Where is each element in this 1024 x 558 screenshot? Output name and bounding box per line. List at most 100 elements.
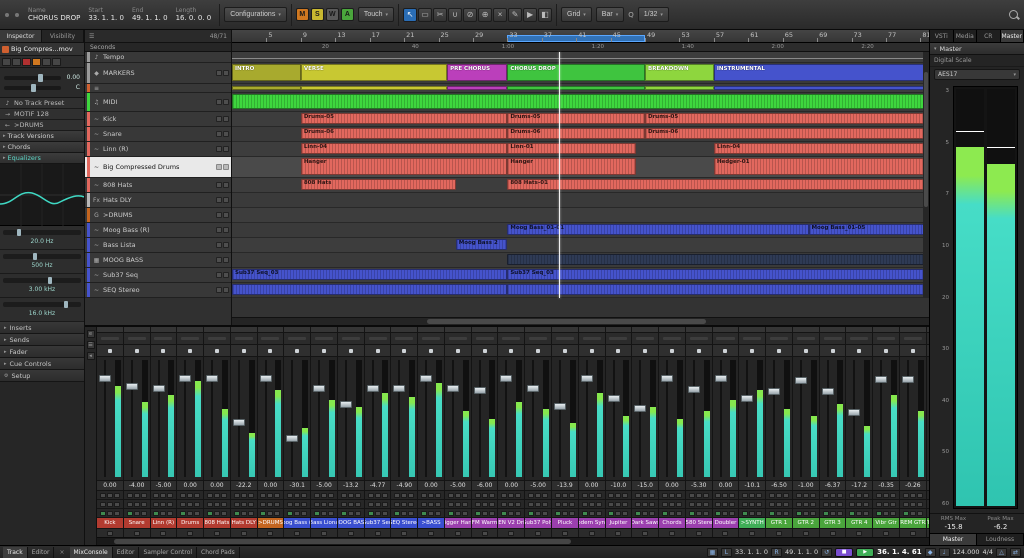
edit-button[interactable] <box>622 492 629 498</box>
track-row-big-compressed-drums[interactable]: ~ Big Compressed Drums <box>85 157 231 178</box>
draw-tool[interactable]: ✎ <box>508 7 523 22</box>
channel-select-row[interactable] <box>739 529 766 537</box>
edit-button[interactable] <box>568 501 575 507</box>
fader-handle[interactable] <box>473 387 486 395</box>
fader-value[interactable]: -10.1 <box>739 481 766 491</box>
edit-button[interactable] <box>140 501 147 507</box>
inspector-section-cue-controls[interactable]: ▸ Cue Controls <box>0 358 84 370</box>
eq-band-slider[interactable] <box>3 253 81 260</box>
channel-select-row[interactable] <box>792 529 819 537</box>
channel-inserts-slot[interactable] <box>284 333 311 345</box>
record-enable-button[interactable] <box>22 57 31 66</box>
solo-button[interactable] <box>294 492 301 498</box>
audio-clip[interactable]: Sub37 Seq_03 <box>232 269 508 280</box>
edit-button[interactable] <box>836 501 843 507</box>
solo-button[interactable] <box>668 492 675 498</box>
inspector-section-setup[interactable]: ⚙ Setup <box>0 370 84 382</box>
fader-value[interactable]: -13.9 <box>552 481 578 491</box>
inspector-tab-visibility[interactable]: Visibility <box>42 30 84 42</box>
edit-button[interactable] <box>113 510 120 516</box>
track-row-snare[interactable]: ~ Snare <box>85 127 231 142</box>
mute-button[interactable] <box>902 510 909 516</box>
zone-tab-editor[interactable]: Editor <box>28 546 55 558</box>
mute-button[interactable] <box>216 99 222 105</box>
solo-button[interactable] <box>749 492 756 498</box>
edit-button[interactable] <box>622 510 629 516</box>
solo-button[interactable] <box>428 492 435 498</box>
channel-name[interactable]: Kick <box>97 518 123 529</box>
fader-value[interactable]: -0.35 <box>873 481 899 491</box>
mute-button[interactable] <box>876 492 883 498</box>
fader-handle[interactable] <box>527 385 540 393</box>
arranger-section[interactable] <box>713 86 929 90</box>
mute-button[interactable] <box>233 492 240 498</box>
edit-button[interactable] <box>408 510 415 516</box>
mute-button[interactable] <box>661 501 668 507</box>
channel-select-row[interactable] <box>311 529 337 537</box>
fader-value[interactable]: -4.00 <box>123 481 150 491</box>
mute-button[interactable] <box>421 492 428 498</box>
mute-button[interactable] <box>528 501 535 507</box>
edit-button[interactable] <box>890 492 897 498</box>
mute-button[interactable] <box>314 510 320 516</box>
channel-routing[interactable] <box>578 345 605 357</box>
edit-button[interactable] <box>354 510 361 516</box>
channel-inserts-slot[interactable] <box>659 333 685 345</box>
marker-section-chorus-drop[interactable]: CHORUS DROP <box>507 64 646 81</box>
audio-clip[interactable]: Hanger <box>300 158 508 175</box>
mixer-horizontal-scrollbar[interactable] <box>97 537 929 545</box>
fader-handle[interactable] <box>580 375 593 383</box>
solo-button[interactable] <box>829 501 836 507</box>
mute-button[interactable] <box>849 510 856 516</box>
fader-value[interactable]: -5.00 <box>525 481 552 491</box>
edit-button[interactable] <box>328 501 334 507</box>
solo-button[interactable] <box>428 501 435 507</box>
mute-button[interactable] <box>216 257 222 263</box>
mute-button[interactable] <box>260 492 267 498</box>
mute-button[interactable] <box>216 70 222 76</box>
channel-name[interactable]: Drums <box>177 518 204 529</box>
solo-button[interactable] <box>776 492 783 498</box>
eq-slider-handle[interactable] <box>17 229 22 236</box>
track-row-hats-dly[interactable]: Fx Hats DLY <box>85 193 231 208</box>
edit-button[interactable] <box>488 492 495 498</box>
mute-button[interactable] <box>876 510 883 516</box>
mute-button[interactable] <box>581 510 588 516</box>
channel-routing[interactable] <box>284 345 311 357</box>
marker-section-breakdown[interactable]: BREAKDOWN <box>645 64 714 81</box>
mute-button[interactable] <box>126 492 133 498</box>
fader-value[interactable]: -1.00 <box>792 481 819 491</box>
mute-button[interactable] <box>822 501 829 507</box>
mute-button[interactable] <box>233 501 240 507</box>
mute-button[interactable] <box>216 287 222 293</box>
mute-button[interactable] <box>394 510 401 516</box>
mute-button[interactable] <box>608 510 615 516</box>
solo-button[interactable] <box>223 164 229 170</box>
channel-inserts-slot[interactable] <box>230 333 257 345</box>
solo-button[interactable] <box>481 501 488 507</box>
edit-button[interactable] <box>274 492 281 498</box>
mute-button[interactable] <box>795 501 802 507</box>
channel-select-row[interactable] <box>766 529 792 537</box>
mute-button[interactable] <box>822 492 829 498</box>
mute-button[interactable] <box>233 510 240 516</box>
channel-select-row[interactable] <box>97 529 123 537</box>
fader-value[interactable]: -10.0 <box>605 481 632 491</box>
channel-routing[interactable] <box>685 345 712 357</box>
solo-button[interactable] <box>642 510 649 516</box>
edit-button[interactable] <box>809 501 816 507</box>
solo-button[interactable] <box>829 510 836 516</box>
edit-button[interactable] <box>274 501 281 507</box>
channel-select-row[interactable] <box>230 529 257 537</box>
channel-inserts-slot[interactable] <box>739 333 766 345</box>
audio-clip[interactable]: Drums-06 <box>645 128 929 139</box>
fader-handle[interactable] <box>99 375 111 383</box>
channel-name[interactable]: GTR 4 <box>846 518 873 529</box>
solo-button[interactable] <box>668 501 675 507</box>
mute-button[interactable] <box>447 510 454 516</box>
toolbar-button-a[interactable]: A <box>340 8 354 21</box>
mute-button[interactable] <box>367 501 374 507</box>
solo-button[interactable] <box>481 492 488 498</box>
channel-select-row[interactable] <box>605 529 632 537</box>
rack-settings-icon[interactable]: e <box>86 330 95 338</box>
